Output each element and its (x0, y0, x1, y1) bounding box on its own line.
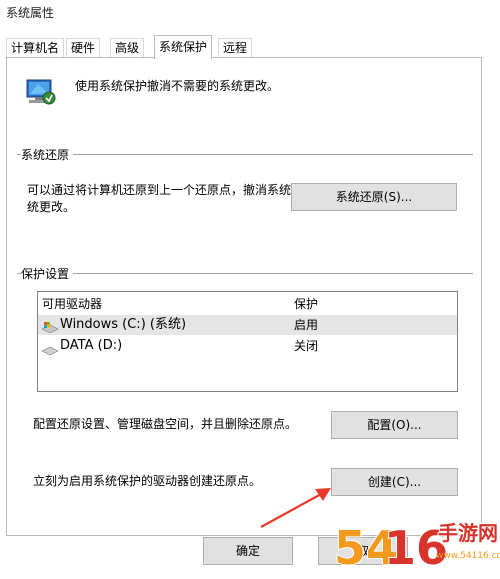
drive-name: Windows (C:) (系统) (60, 317, 187, 332)
column-header-protection: 保护 (294, 297, 319, 311)
drive-row-c[interactable]: Windows (C:) (系统) 启用 (38, 315, 457, 335)
ok-button[interactable]: 确定 (203, 537, 293, 565)
disk-drive-icon (41, 341, 59, 356)
create-description: 立刻为启用系统保护的驱动器创建还原点。 (33, 474, 262, 488)
annotation-arrow-icon (260, 488, 331, 528)
svg-text:手游网: 手游网 (438, 521, 498, 545)
drive-status: 启用 (294, 318, 319, 332)
svg-text:www.54116.com: www.54116.com (436, 551, 500, 561)
protection-group-label: 保护设置 (21, 265, 74, 282)
create-button[interactable]: 创建(C)... (331, 468, 458, 496)
drive-status: 关闭 (294, 339, 319, 353)
configure-button[interactable]: 配置(O)... (331, 411, 458, 439)
restore-description: 可以通过将计算机还原到上一个还原点，撤消系统 统更改。 (27, 182, 291, 216)
system-restore-button[interactable]: 系统还原(S)... (291, 183, 457, 211)
tab-remote[interactable]: 远程 (218, 38, 253, 58)
drive-name: DATA (D:) (60, 338, 123, 353)
windows-drive-icon (41, 319, 59, 334)
title-bar: 系统属性 (0, 0, 500, 30)
header-text: 使用系统保护撤消不需要的系统更改。 (75, 79, 280, 93)
window-title: 系统属性 (6, 6, 55, 20)
site-watermark-logo: 54 16 手游网 www.54116.com (333, 506, 500, 576)
tab-computer-name[interactable]: 计算机名 (6, 38, 65, 58)
system-protection-icon (21, 76, 57, 108)
column-header-drive: 可用驱动器 (42, 297, 103, 311)
protection-divider (17, 273, 473, 274)
tab-system-protection[interactable]: 系统保护 (154, 35, 213, 59)
listbox-header: 可用驱动器 保护 (38, 294, 457, 314)
configure-description: 配置还原设置、管理磁盘空间，并且删除还原点。 (33, 417, 298, 431)
drive-row-d[interactable]: DATA (D:) 关闭 (38, 336, 457, 356)
tab-hardware[interactable]: 硬件 (66, 38, 101, 58)
tab-advanced[interactable]: 高级 (110, 38, 145, 58)
tab-pane: 使用系统保护撤消不需要的系统更改。 系统还原 可以通过将计算机还原到上一个还原点… (6, 57, 482, 536)
tab-strip: 计算机名 硬件 高级 系统保护 远程 (0, 30, 500, 59)
restore-group-label: 系统还原 (21, 146, 74, 163)
restore-description-line1: 可以通过将计算机还原到上一个还原点，撤消系统 (27, 183, 292, 197)
restore-description-line2: 统更改。 (27, 200, 76, 214)
restore-divider (17, 154, 473, 155)
drives-listbox[interactable]: 可用驱动器 保护 Windows (C:) (系统) 启用 DATA (D:) … (37, 291, 458, 392)
